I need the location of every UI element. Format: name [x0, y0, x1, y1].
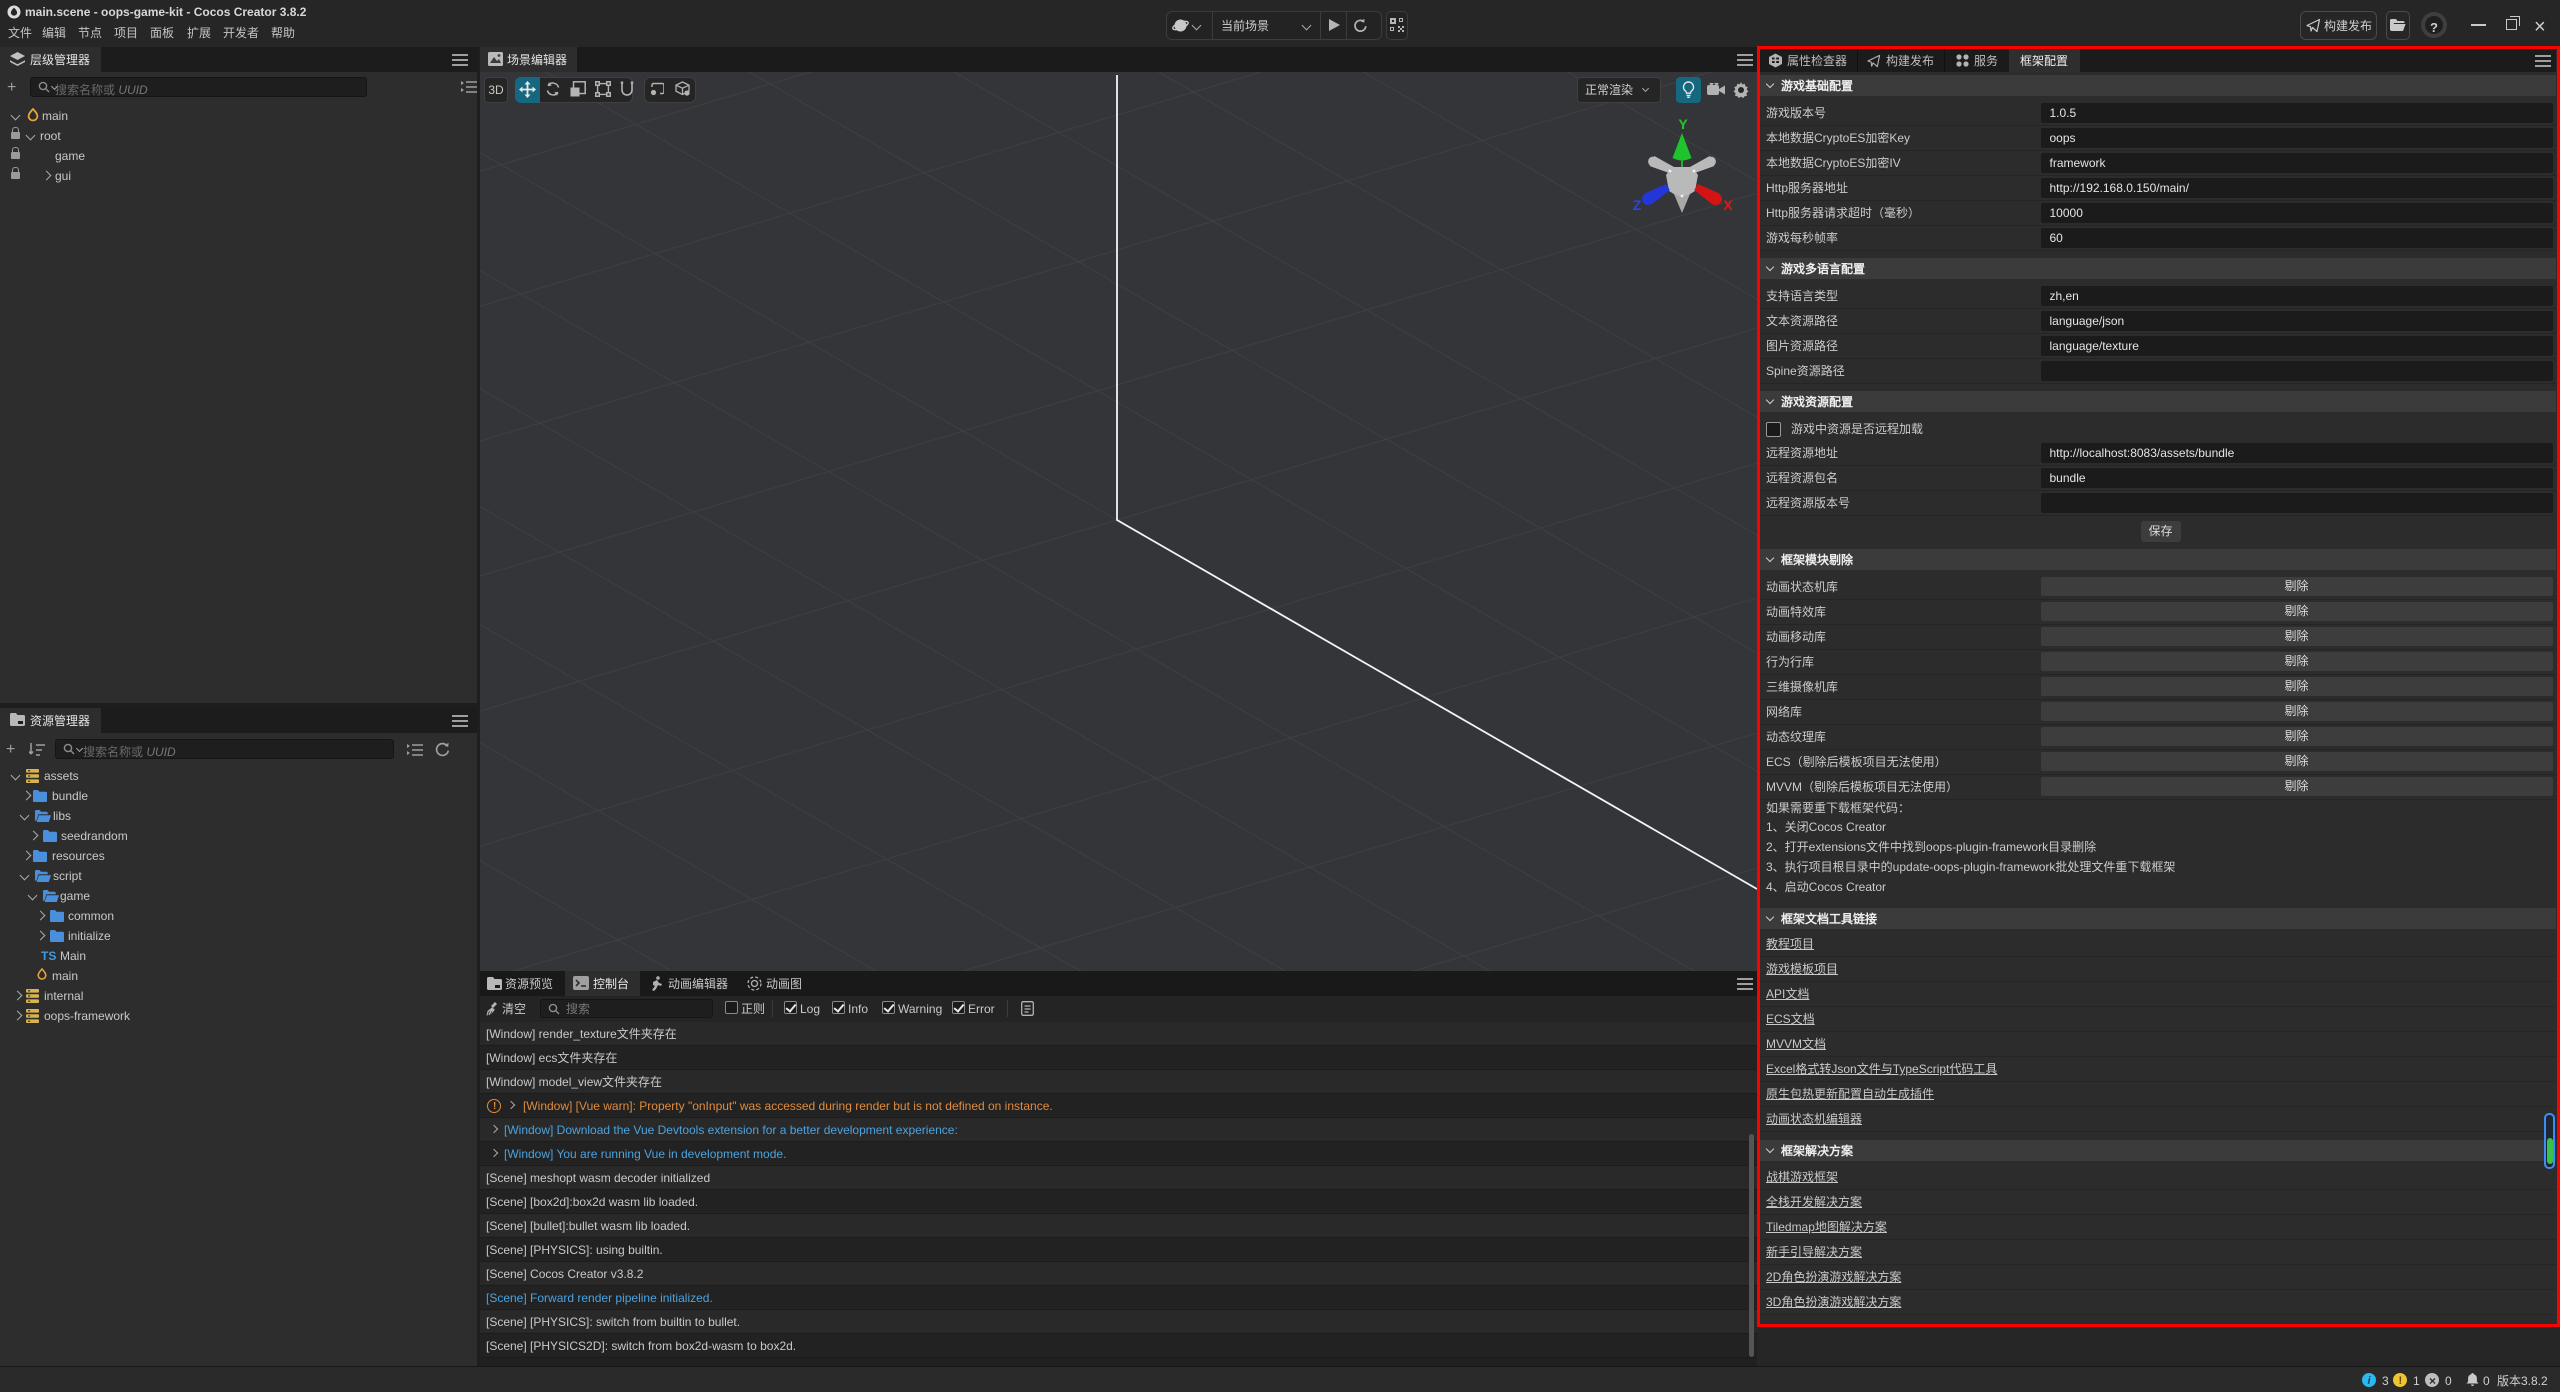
svg-text:Z: Z — [1633, 197, 1642, 213]
svg-text:X: X — [1723, 197, 1733, 213]
svg-text:Y: Y — [1678, 116, 1688, 132]
